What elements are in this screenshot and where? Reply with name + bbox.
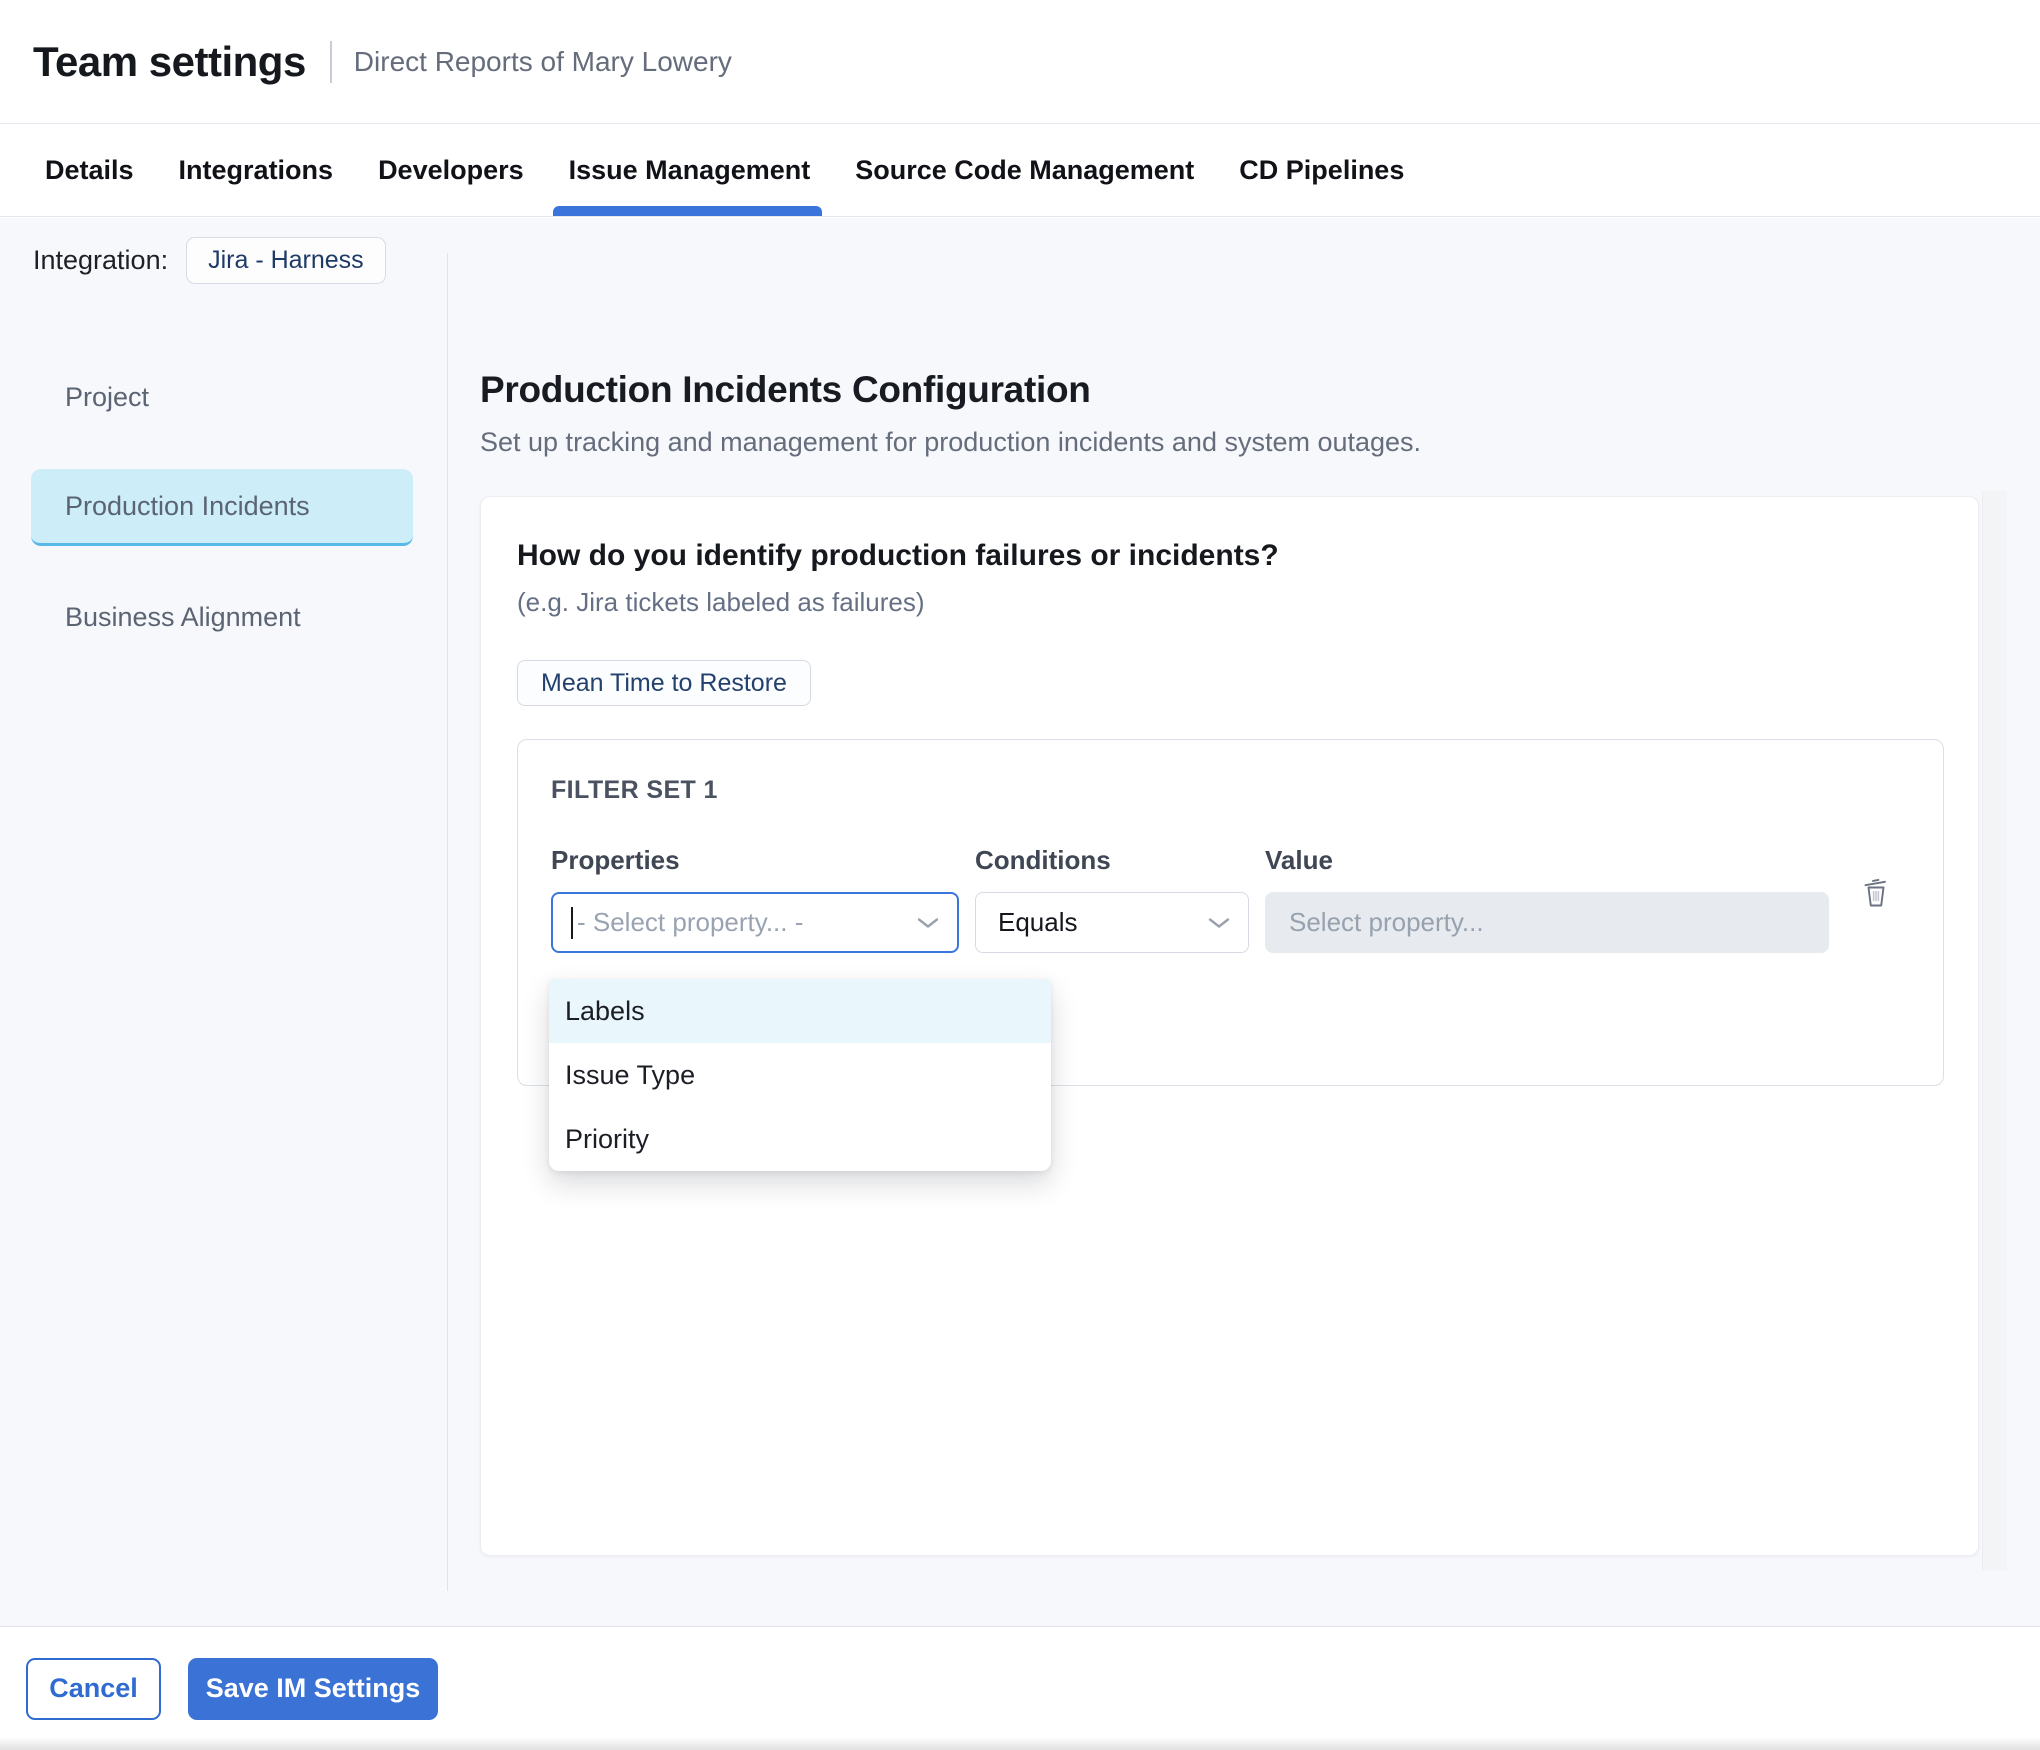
filter-set-title: FILTER SET 1 bbox=[551, 776, 1943, 805]
text-caret bbox=[571, 907, 573, 939]
cancel-button[interactable]: Cancel bbox=[26, 1658, 161, 1720]
column-header-value: Value bbox=[1265, 845, 1829, 876]
scrollbar-track[interactable] bbox=[1982, 491, 2007, 1571]
tab-source-code-management[interactable]: Source Code Management bbox=[855, 124, 1194, 216]
tab-cd-pipelines[interactable]: CD Pipelines bbox=[1239, 124, 1404, 216]
section-subtitle: Set up tracking and management for produ… bbox=[480, 427, 2040, 458]
integration-label: Integration: bbox=[33, 245, 168, 276]
sidebar-item-production-incidents[interactable]: Production Incidents bbox=[31, 469, 413, 546]
property-dropdown-menu: Labels Issue Type Priority bbox=[549, 979, 1051, 1171]
incidents-config-card: How do you identify production failures … bbox=[480, 496, 1979, 1556]
value-input-placeholder: Select property... bbox=[1289, 907, 1484, 938]
sidebar-item-business-alignment[interactable]: Business Alignment bbox=[31, 579, 413, 656]
tab-developers[interactable]: Developers bbox=[378, 124, 524, 216]
sidebar-divider bbox=[447, 253, 448, 1591]
settings-sidebar: Project Production Incidents Business Al… bbox=[0, 303, 447, 1556]
condition-select-value: Equals bbox=[998, 907, 1208, 938]
tab-integrations[interactable]: Integrations bbox=[179, 124, 334, 216]
column-header-conditions: Conditions bbox=[975, 845, 1249, 876]
title-divider bbox=[330, 41, 332, 83]
property-select[interactable]: - Select property... - bbox=[551, 892, 959, 953]
tab-issue-management[interactable]: Issue Management bbox=[569, 124, 811, 216]
filter-set-card: FILTER SET 1 Properties - Select propert… bbox=[517, 739, 1944, 1086]
dropdown-option-priority[interactable]: Priority bbox=[549, 1107, 1051, 1171]
tab-bar: Details Integrations Developers Issue Ma… bbox=[0, 124, 2040, 217]
delete-filter-button[interactable] bbox=[1860, 861, 1892, 922]
tab-details[interactable]: Details bbox=[45, 124, 134, 216]
condition-select[interactable]: Equals bbox=[975, 892, 1249, 953]
value-input-disabled[interactable]: Select property... bbox=[1265, 892, 1829, 953]
page-title: Team settings bbox=[33, 38, 306, 86]
page-subtitle: Direct Reports of Mary Lowery bbox=[354, 46, 732, 78]
header: Team settings Direct Reports of Mary Low… bbox=[0, 0, 2040, 124]
sidebar-item-project[interactable]: Project bbox=[31, 359, 413, 436]
chevron-down-icon bbox=[917, 916, 939, 930]
chevron-down-icon bbox=[1208, 916, 1230, 930]
trash-icon bbox=[1860, 875, 1892, 909]
content-area: Integration: Jira - Harness Project Prod… bbox=[0, 218, 2040, 1626]
section-title: Production Incidents Configuration bbox=[480, 369, 2040, 411]
main-panel: Production Incidents Configuration Set u… bbox=[447, 303, 2040, 1556]
column-header-properties: Properties bbox=[551, 845, 959, 876]
footer-bar: Cancel Save IM Settings bbox=[0, 1626, 2040, 1750]
dropdown-option-issue-type[interactable]: Issue Type bbox=[549, 1043, 1051, 1107]
question-hint: (e.g. Jira tickets labeled as failures) bbox=[517, 587, 1978, 618]
save-im-settings-button[interactable]: Save IM Settings bbox=[188, 1658, 438, 1720]
question-title: How do you identify production failures … bbox=[517, 539, 1978, 573]
metric-tab-mean-time-to-restore[interactable]: Mean Time to Restore bbox=[517, 660, 811, 706]
dropdown-option-labels[interactable]: Labels bbox=[549, 979, 1051, 1043]
integration-row: Integration: Jira - Harness bbox=[0, 218, 2040, 303]
integration-chip[interactable]: Jira - Harness bbox=[186, 237, 386, 284]
property-select-placeholder: - Select property... - bbox=[577, 907, 917, 938]
